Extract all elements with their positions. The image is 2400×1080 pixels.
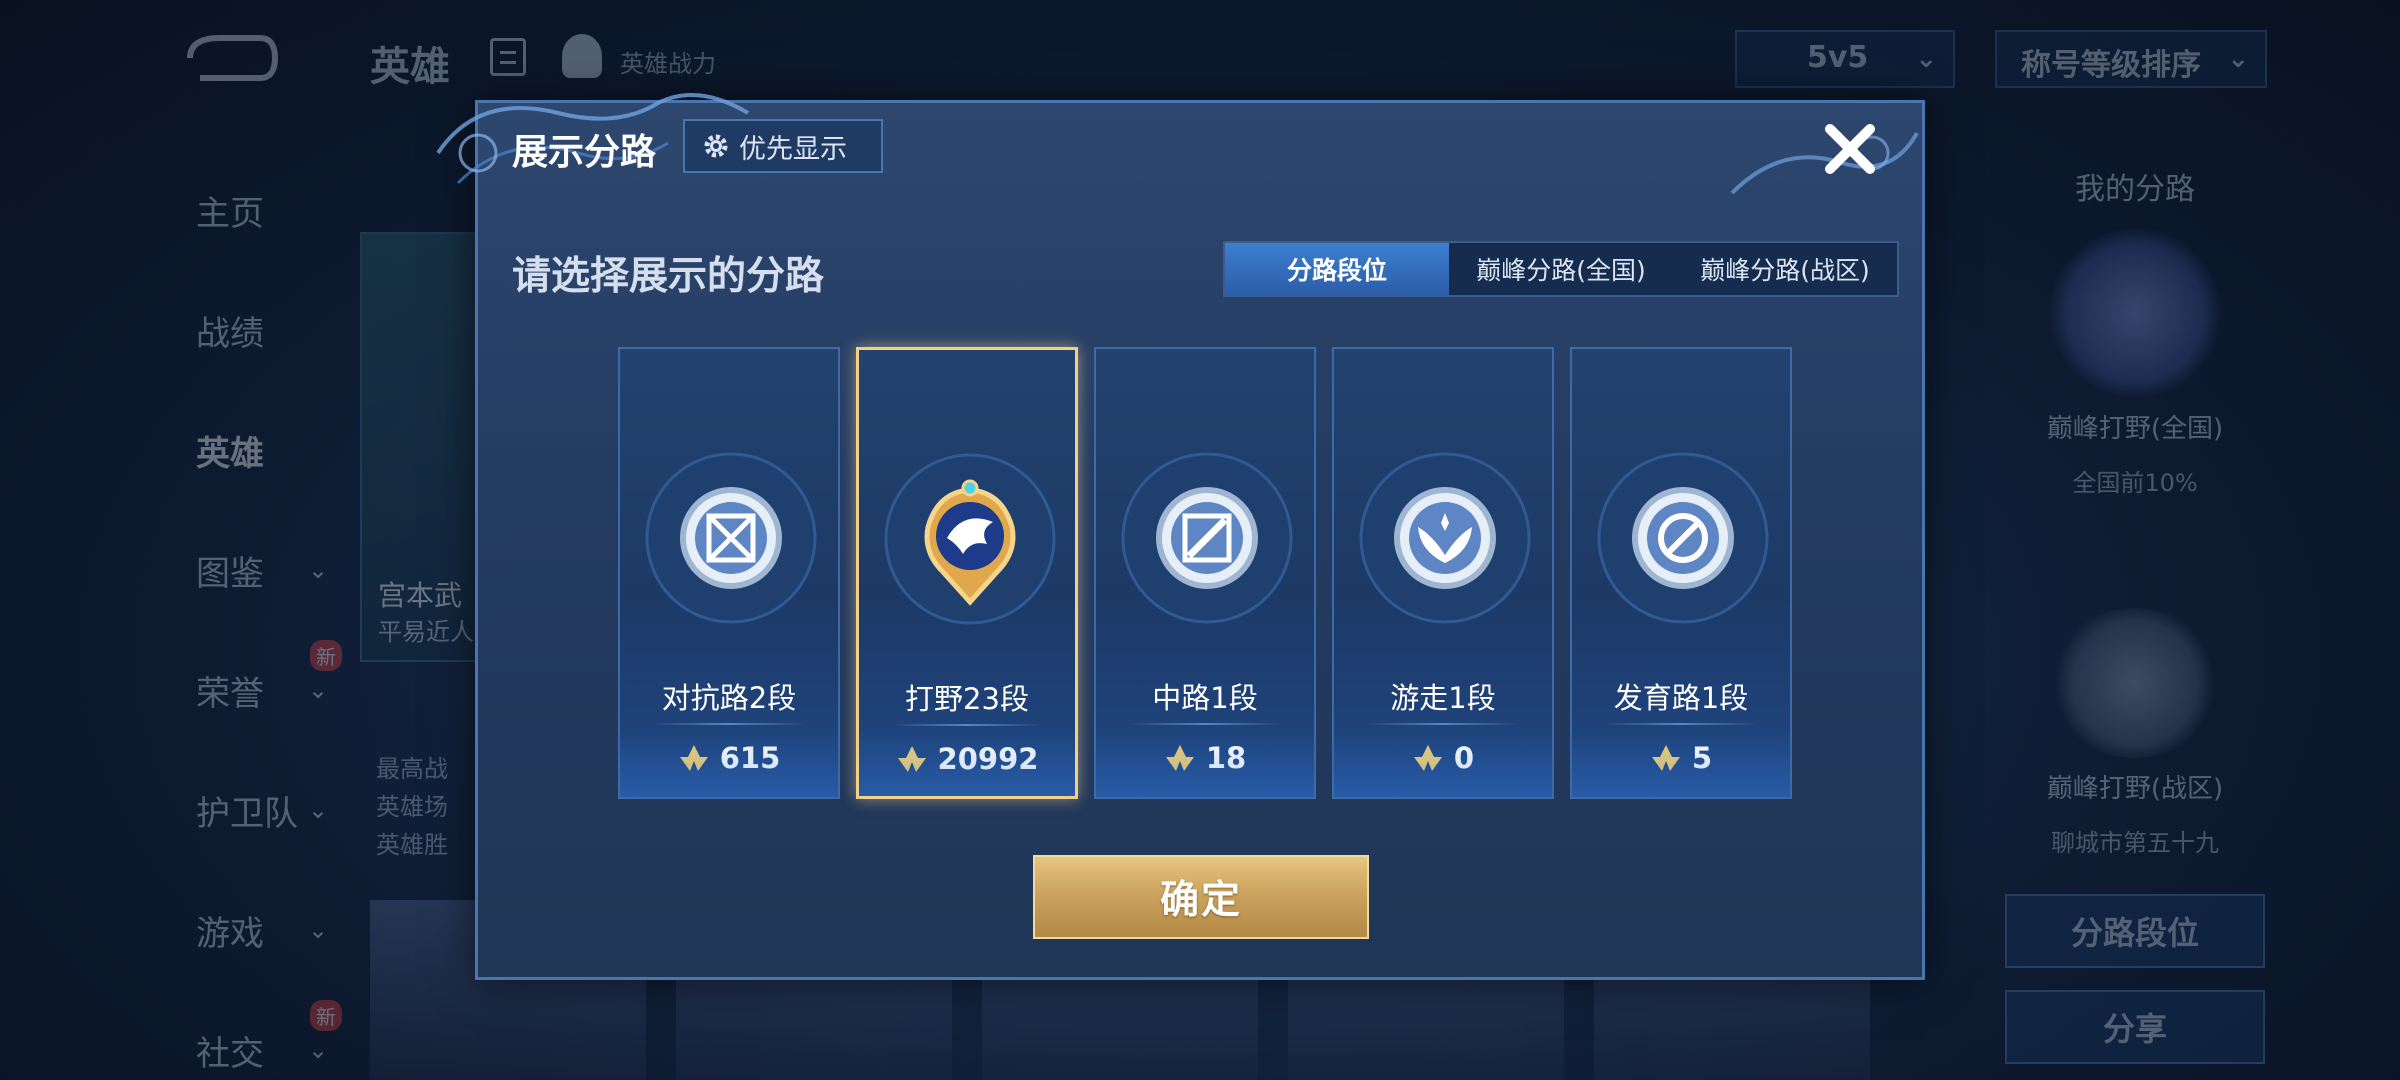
hero-stat-label: 英雄场 <box>376 793 448 821</box>
sidebar-item-label: 荣誉 <box>196 673 264 714</box>
lane-card-farm[interactable]: 发育路1段 5 <box>1570 347 1792 799</box>
divider <box>652 723 806 725</box>
lane-card-name: 打野23段 <box>905 682 1029 716</box>
sidebar-item-label: 游戏 <box>196 913 264 954</box>
card-glow <box>1096 727 1314 797</box>
card-glow <box>1334 727 1552 797</box>
tab-peak-national[interactable]: 巅峰分路(全国) <box>1449 243 1673 295</box>
peak-national-emblem-icon <box>2045 228 2225 398</box>
chevron-down-icon: ⌄ <box>308 556 329 584</box>
priority-display-label: 优先显示 <box>739 133 847 165</box>
my-lane-panel: 我的分路 巅峰打野(全国) 全国前10% 巅峰打野(战区) 聊城市第五十九 分路… <box>1990 150 2280 1064</box>
dialog-title: 展示分路 <box>512 132 657 173</box>
select-lane-prompt: 请选择展示的分路 <box>512 254 825 299</box>
sidebar-item-honor[interactable]: 荣誉 新 ⌄ <box>160 630 360 750</box>
card-glow <box>620 727 838 797</box>
peak-national-rank: 巅峰打野(全国) <box>2046 414 2224 444</box>
chevron-down-icon: ⌄ <box>2227 44 2249 74</box>
list-icon[interactable] <box>490 38 526 76</box>
lane-card-jungle[interactable]: 打野23段 20992 <box>856 347 1078 799</box>
sidebar-item-codex[interactable]: 图鉴 ⌄ <box>160 510 360 630</box>
chevron-down-icon: ⌄ <box>308 676 329 704</box>
sort-select[interactable]: 称号等级排序 ⌄ <box>1995 30 2267 88</box>
sword-shield-icon <box>644 451 818 625</box>
sidebar-item-label: 战绩 <box>196 313 264 354</box>
peak-region-emblem-icon <box>2050 608 2220 758</box>
lane-card-mid[interactable]: 中路1段 18 <box>1094 347 1316 799</box>
sidebar-item-label: 护卫队 <box>196 793 298 834</box>
chevron-down-icon: ⌄ <box>308 796 329 824</box>
close-button[interactable] <box>1818 117 1882 181</box>
sidebar-item-games[interactable]: 游戏 ⌄ <box>160 870 360 990</box>
sidebar-item-record[interactable]: 战绩 <box>160 270 360 390</box>
lane-card-name: 游走1段 <box>1390 681 1496 715</box>
hero-power-label[interactable]: 英雄战力 <box>620 44 716 79</box>
lane-card-roam[interactable]: 游走1段 0 <box>1332 347 1554 799</box>
lane-card-top[interactable]: 对抗路2段 615 <box>618 347 840 799</box>
back-button[interactable] <box>180 28 280 88</box>
back-arrow-icon <box>187 35 279 81</box>
peak-region-rank: 巅峰打野(战区) <box>2046 774 2224 804</box>
arrow-target-icon <box>1596 451 1770 625</box>
card-glow <box>859 726 1075 796</box>
sidebar-nav: 主页 战绩 英雄 图鉴 ⌄ 荣誉新 ⌄ 护卫队 ⌄ 游戏 ⌄ 社交新 ⌄ <box>160 150 360 1080</box>
chevron-down-icon: ⌄ <box>308 1036 329 1064</box>
sidebar-item-home[interactable]: 主页 <box>160 150 360 270</box>
card-glow <box>1572 727 1790 797</box>
my-lane-title: 我的分路 <box>2075 172 2195 207</box>
lane-card-name: 对抗路2段 <box>661 681 797 715</box>
new-badge: 新 <box>310 1000 342 1031</box>
hero-stat-label: 最高战 <box>376 755 448 783</box>
hero-stats: 最高战 英雄场 英雄胜 <box>376 750 448 864</box>
peak-region-sub: 聊城市第五十九 <box>2051 829 2219 857</box>
confirm-button[interactable]: 确定 <box>1033 855 1369 939</box>
wings-icon <box>1358 451 1532 625</box>
close-icon <box>1825 124 1875 174</box>
sidebar-item-heroes[interactable]: 英雄 <box>160 390 360 510</box>
lane-card-name: 发育路1段 <box>1613 681 1749 715</box>
dragon-icon <box>883 452 1057 626</box>
sort-select-value: 称号等级排序 <box>2021 48 2201 83</box>
lane-card-name: 中路1段 <box>1152 681 1258 715</box>
hero-name: 宫本武 <box>378 579 463 612</box>
sidebar-item-label: 社交 <box>196 1033 264 1074</box>
priority-display-button[interactable]: 优先显示 <box>683 119 883 173</box>
mode-select-value: 5v5 <box>1807 40 1869 75</box>
sidebar-item-guard[interactable]: 护卫队 ⌄ <box>160 750 360 870</box>
hero-subtitle: 平易近人 <box>378 618 474 646</box>
hero-stat-label: 英雄胜 <box>376 831 448 859</box>
lane-rank-button[interactable]: 分路段位 <box>2005 894 2265 968</box>
new-badge: 新 <box>310 640 342 671</box>
sidebar-item-label: 英雄 <box>196 433 264 474</box>
mode-select[interactable]: 5v5 ⌄ <box>1735 30 1955 88</box>
peak-national-sub: 全国前10% <box>2072 469 2198 497</box>
tab-lane-rank[interactable]: 分路段位 <box>1225 243 1449 295</box>
staff-icon <box>1120 451 1294 625</box>
divider <box>1128 723 1282 725</box>
share-button[interactable]: 分享 <box>2005 990 2265 1064</box>
chevron-down-icon: ⌄ <box>1915 44 1937 74</box>
divider <box>1366 723 1520 725</box>
lane-tabs: 分路段位 巅峰分路(全国) 巅峰分路(战区) <box>1223 241 1899 297</box>
hero-power-icon <box>562 34 602 78</box>
gear-icon <box>704 134 728 158</box>
sidebar-item-label: 主页 <box>196 193 264 234</box>
display-lane-dialog: 展示分路 优先显示 请选择展示的分路 分路段位 巅峰分路(全国) 巅峰分路(战区… <box>436 93 1925 980</box>
tab-peak-region[interactable]: 巅峰分路(战区) <box>1673 243 1897 295</box>
sidebar-item-social[interactable]: 社交 新 ⌄ <box>160 990 360 1080</box>
divider <box>1604 723 1758 725</box>
lane-card-list: 对抗路2段 615 打野23段 <box>618 347 1792 799</box>
sidebar-item-label: 图鉴 <box>196 553 264 594</box>
chevron-down-icon: ⌄ <box>308 916 329 944</box>
